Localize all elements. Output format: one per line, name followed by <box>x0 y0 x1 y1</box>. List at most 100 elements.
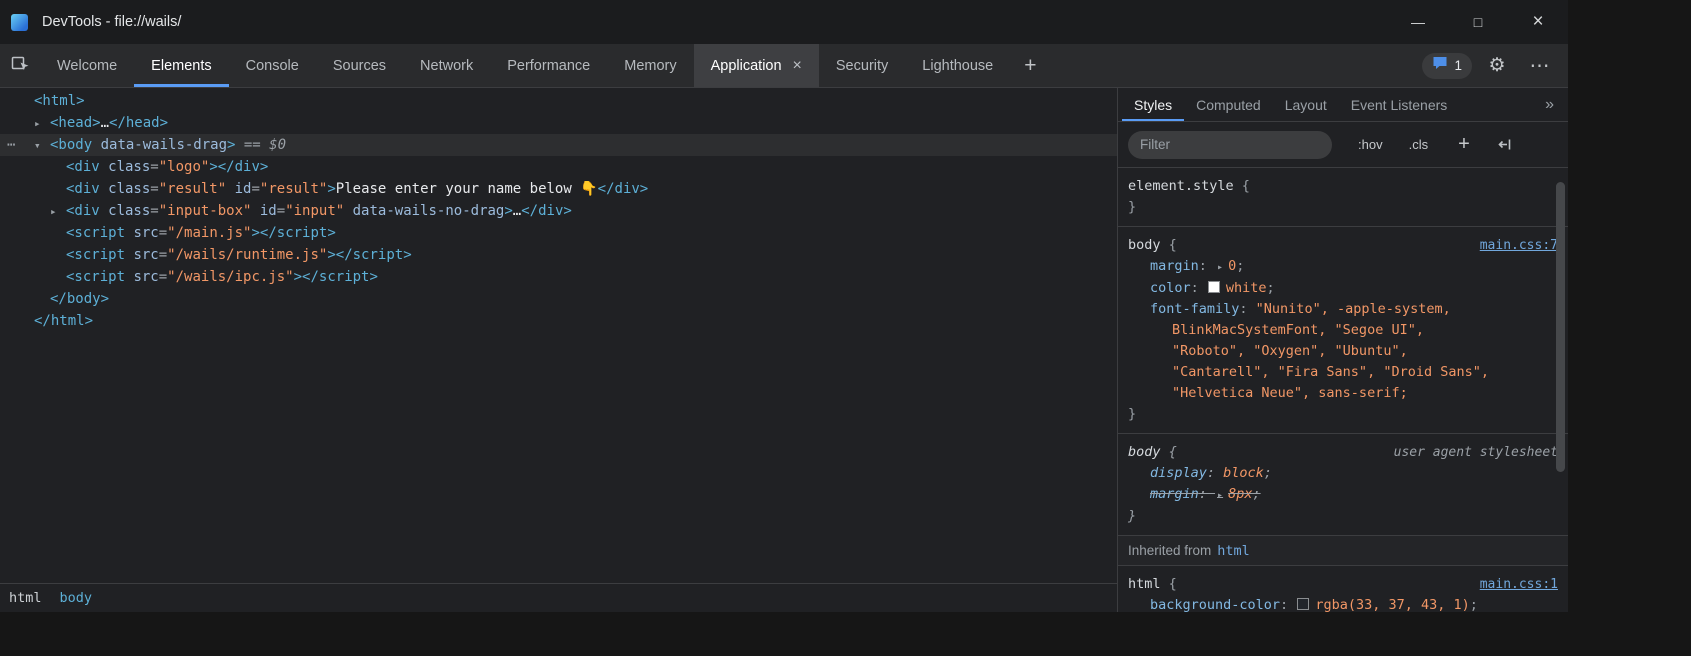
code-token: = <box>159 247 167 263</box>
code-token: : <box>1199 258 1215 274</box>
stylesheet-link[interactable]: main.css:1 <box>1480 574 1558 595</box>
rule-selector[interactable]: body { <box>1128 442 1177 463</box>
code-token: <body <box>50 137 92 153</box>
disclosure-collapsed-icon[interactable]: ▸ <box>34 113 50 135</box>
code-token: "/main.js" <box>167 225 251 241</box>
tab-computed[interactable]: Computed <box>1184 88 1273 121</box>
code-token: </script> <box>260 225 336 241</box>
code-token: 👇 <box>580 181 597 197</box>
expand-shorthand-icon[interactable]: ▸ <box>1217 262 1223 273</box>
expand-shorthand-icon[interactable]: ▸ <box>1217 490 1223 501</box>
css-property-background-color[interactable]: background-color: rgba(33, 37, 43, 1); <box>1128 595 1558 612</box>
inspect-element-button[interactable] <box>0 44 40 87</box>
node-menu-dots-icon[interactable]: ⋯ <box>7 134 16 156</box>
more-options-button[interactable]: ⋯ <box>1522 48 1558 84</box>
css-property-display[interactable]: display: block; <box>1128 463 1558 484</box>
styles-rules-list: element.style { } body { main.css:7 marg… <box>1118 168 1568 612</box>
tab-label: Application <box>711 58 782 74</box>
tab-application[interactable]: Application × <box>694 44 819 87</box>
code-token: src <box>125 269 159 285</box>
css-property-margin[interactable]: margin: ▸0; <box>1128 256 1558 278</box>
code-token: ; <box>1267 280 1275 296</box>
dom-node-html-open[interactable]: <html> <box>0 90 1117 112</box>
toggle-element-classes-button[interactable]: .cls <box>1409 137 1429 152</box>
dom-node-div-input-box[interactable]: ▸<div class="input-box" id="input" data-… <box>0 200 1117 222</box>
code-token: </div> <box>218 159 269 175</box>
tab-sources[interactable]: Sources <box>316 44 403 87</box>
code-token: = <box>150 203 158 219</box>
css-property-color[interactable]: color: white; <box>1128 278 1558 299</box>
add-panel-button[interactable]: + <box>1010 44 1050 87</box>
close-button[interactable]: × <box>1508 0 1568 44</box>
settings-button[interactable]: ⚙ <box>1479 48 1515 84</box>
new-style-rule-button[interactable]: + <box>1458 133 1470 156</box>
tab-event-listeners[interactable]: Event Listeners <box>1339 88 1460 121</box>
code-token: : <box>1207 465 1223 481</box>
dom-node-head[interactable]: ▸<head>…</head> <box>0 112 1117 134</box>
dom-node-body-close[interactable]: </body> <box>0 288 1117 310</box>
tab-layout[interactable]: Layout <box>1273 88 1339 121</box>
minimize-button[interactable]: — <box>1388 0 1448 44</box>
disclosure-expanded-icon[interactable]: ▾ <box>34 135 50 157</box>
tab-styles[interactable]: Styles <box>1122 88 1184 121</box>
toggle-computed-sidebar-button[interactable] <box>1496 136 1513 153</box>
dom-node-script-runtime[interactable]: <script src="/wails/runtime.js"></script… <box>0 244 1117 266</box>
maximize-button[interactable]: □ <box>1448 0 1508 44</box>
stylesheet-link[interactable]: main.css:7 <box>1480 235 1558 256</box>
rule-selector[interactable]: body { <box>1128 235 1177 256</box>
code-token: … <box>513 203 521 219</box>
issues-badge[interactable]: 1 <box>1422 53 1472 79</box>
tab-elements[interactable]: Elements <box>134 44 228 87</box>
tabbar-right-cluster: 1 ⚙ ⋯ <box>1422 44 1568 87</box>
dom-node-html-close[interactable]: </html> <box>0 310 1117 332</box>
css-property-margin-overridden[interactable]: margin: ▸8px; <box>1128 484 1558 506</box>
rule-selector[interactable]: html { <box>1128 574 1177 595</box>
tab-memory[interactable]: Memory <box>607 44 693 87</box>
window-controls: — □ × <box>1388 0 1568 44</box>
code-token: body <box>1128 237 1161 253</box>
code-token: == <box>235 137 269 153</box>
code-token: <div <box>66 159 100 175</box>
dom-node-body-open[interactable]: ⋯▾<body data-wails-drag> == $0 <box>0 134 1117 156</box>
inherited-element-link[interactable]: html <box>1217 543 1250 559</box>
tab-label: Network <box>420 58 473 74</box>
breadcrumb-html[interactable]: html <box>0 590 51 606</box>
styles-sidebar: Styles Computed Layout Event Listeners »… <box>1118 88 1568 612</box>
dom-node-script-main[interactable]: <script src="/main.js"></script> <box>0 222 1117 244</box>
styles-scrollbar-thumb[interactable] <box>1556 182 1565 472</box>
code-token: </script> <box>336 247 412 263</box>
code-token: display <box>1150 465 1207 481</box>
more-sidebar-tabs-icon[interactable]: » <box>1531 88 1568 121</box>
tab-welcome[interactable]: Welcome <box>40 44 134 87</box>
color-swatch[interactable] <box>1208 281 1220 293</box>
tab-security[interactable]: Security <box>819 44 905 87</box>
code-token: "Cantarell", "Fira Sans", "Droid Sans", <box>1172 364 1489 380</box>
css-property-font-family-wrap[interactable]: "Cantarell", "Fira Sans", "Droid Sans", <box>1128 362 1558 383</box>
styles-filter-input[interactable] <box>1128 131 1332 159</box>
disclosure-collapsed-icon[interactable]: ▸ <box>50 201 66 223</box>
tab-network[interactable]: Network <box>403 44 490 87</box>
dom-node-script-ipc[interactable]: <script src="/wails/ipc.js"></script> <box>0 266 1117 288</box>
dom-node-div-result[interactable]: <div class="result" id="result">Please e… <box>0 178 1117 200</box>
titlebar: DevTools - file://wails/ — □ × <box>0 0 1568 44</box>
css-property-font-family-wrap[interactable]: "Helvetica Neue", sans-serif; <box>1128 383 1558 404</box>
code-token: class <box>100 159 151 175</box>
overflow-dots-icon: ⋯ <box>1530 53 1551 78</box>
chat-bubble-icon <box>1432 55 1448 76</box>
css-property-font-family-wrap[interactable]: BlinkMacSystemFont, "Segoe UI", <box>1128 320 1558 341</box>
css-property-font-family-wrap[interactable]: "Roboto", "Oxygen", "Ubuntu", <box>1128 341 1558 362</box>
dom-tree: <html> ▸<head>…</head> ⋯▾<body data-wail… <box>0 88 1117 583</box>
maximize-icon: □ <box>1474 14 1482 30</box>
toggle-pseudo-state-button[interactable]: :hov <box>1358 137 1383 152</box>
breadcrumb-body[interactable]: body <box>51 590 102 606</box>
color-swatch[interactable] <box>1297 598 1309 610</box>
tab-lighthouse[interactable]: Lighthouse <box>905 44 1010 87</box>
code-token: ; <box>1470 597 1478 612</box>
dom-node-div-logo[interactable]: <div class="logo"></div> <box>0 156 1117 178</box>
css-property-font-family[interactable]: font-family: "Nunito", -apple-system, <box>1128 299 1558 320</box>
close-tab-icon[interactable]: × <box>793 58 802 74</box>
rule-selector[interactable]: element.style { <box>1128 176 1250 197</box>
tab-performance[interactable]: Performance <box>490 44 607 87</box>
plus-icon: + <box>1024 54 1036 78</box>
tab-console[interactable]: Console <box>229 44 316 87</box>
